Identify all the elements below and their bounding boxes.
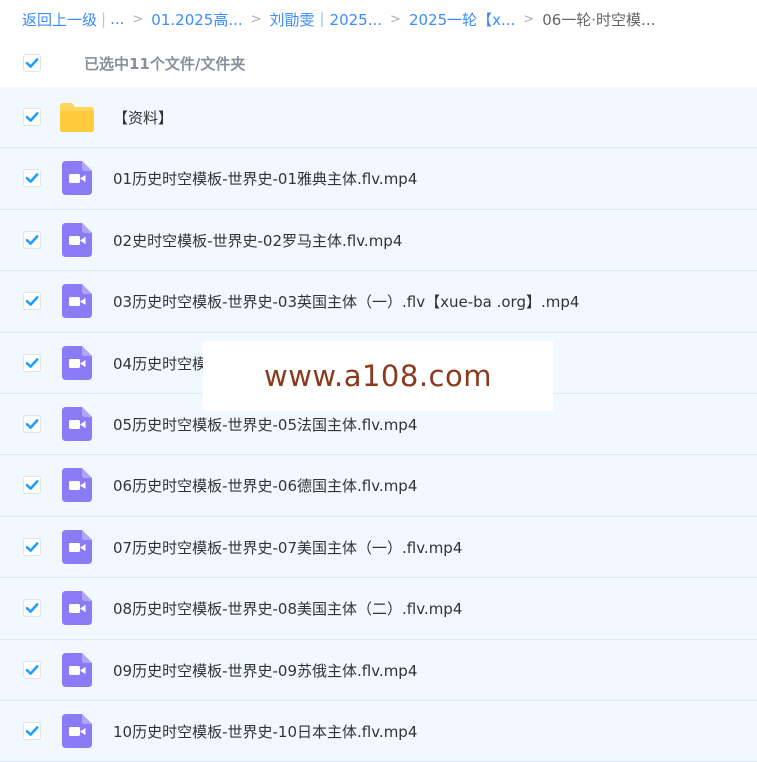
checkmark-icon: [25, 419, 39, 429]
breadcrumb-item[interactable]: 2025一轮【x...: [409, 9, 515, 30]
file-row[interactable]: 08历史时空模板-世界史-08美国主体（二）.flv.mp4: [0, 578, 757, 640]
file-name[interactable]: 10历史时空模板-世界史-10日本主体.flv.mp4: [113, 721, 417, 742]
file-name[interactable]: 09历史时空模板-世界史-09苏俄主体.flv.mp4: [113, 660, 417, 681]
video-file-icon[interactable]: [62, 284, 94, 319]
select-all-checkbox[interactable]: [23, 54, 41, 72]
file-name[interactable]: 08历史时空模板-世界史-08美国主体（二）.flv.mp4: [113, 598, 462, 619]
video-file-icon[interactable]: [62, 468, 94, 503]
file-row[interactable]: 07历史时空模板-世界史-07美国主体（一）.flv.mp4: [0, 516, 757, 579]
video-file-icon[interactable]: [62, 652, 94, 687]
video-file-icon[interactable]: [62, 713, 94, 748]
video-file-icon[interactable]: [62, 345, 94, 380]
file-row[interactable]: 01历史时空模板-世界史-01雅典主体.flv.mp4: [0, 148, 757, 210]
checkmark-icon: [25, 173, 39, 184]
breadcrumb-item[interactable]: 刘勖雯｜2025...: [270, 9, 382, 30]
file-name[interactable]: 06历史时空模板-世界史-06德国主体.flv.mp4: [113, 475, 417, 496]
file-checkbox[interactable]: [23, 476, 41, 495]
checkmark-icon: [25, 58, 39, 68]
video-file-icon[interactable]: [62, 591, 94, 626]
file-checkbox[interactable]: [23, 230, 41, 249]
selection-count: 已选中11个文件/文件夹: [84, 55, 246, 73]
back-link[interactable]: 返回上一级: [22, 9, 97, 30]
breadcrumb-divider: |: [101, 10, 107, 28]
file-checkbox[interactable]: [23, 169, 41, 188]
chevron-right-icon: >: [390, 11, 401, 27]
checkmark-icon: [25, 234, 39, 245]
checkmark-icon: [25, 664, 39, 675]
file-checkbox[interactable]: [23, 721, 41, 740]
file-row[interactable]: 02史时空模板-世界史-02罗马主体.flv.mp4: [0, 209, 757, 272]
breadcrumb-ellipsis[interactable]: ...: [110, 10, 124, 28]
file-name[interactable]: 01历史时空模板-世界史-01雅典主体.flv.mp4: [113, 168, 417, 189]
video-file-icon[interactable]: [62, 222, 94, 257]
file-row[interactable]: 06历史时空模板-世界史-06德国主体.flv.mp4: [0, 455, 757, 517]
file-checkbox[interactable]: [23, 414, 41, 433]
file-list: 【资料】 01历史时空模板-世界史-01雅典主体.flv.mp4 02史时空模板-世…: [0, 87, 757, 762]
file-name[interactable]: 05历史时空模板-世界史-05法国主体.flv.mp4: [113, 414, 417, 435]
chevron-right-icon: >: [250, 11, 262, 27]
breadcrumb-current: 06一轮·时空模...: [542, 10, 656, 29]
checkmark-icon: [25, 296, 39, 307]
file-name[interactable]: 07历史时空模板-世界史-07美国主体（一）.flv.mp4: [113, 537, 462, 558]
file-name[interactable]: 【资料】: [113, 107, 173, 128]
chevron-right-icon: >: [523, 11, 535, 27]
checkmark-icon: [25, 480, 39, 491]
file-row[interactable]: 【资料】: [0, 87, 757, 149]
checkmark-icon: [25, 726, 39, 736]
file-checkbox[interactable]: [23, 660, 41, 679]
breadcrumb: 返回上一级 | ... > 01.2025高... > 刘勖雯｜2025... …: [0, 0, 757, 38]
file-checkbox[interactable]: [23, 353, 41, 372]
chevron-right-icon: >: [132, 11, 144, 27]
file-name[interactable]: 03历史时空模板-世界史-03英国主体（一）.flv【xue-ba .org】.…: [113, 291, 579, 312]
file-name[interactable]: 02史时空模板-世界史-02罗马主体.flv.mp4: [113, 230, 402, 251]
video-file-icon[interactable]: [62, 406, 94, 441]
checkmark-icon: [25, 357, 39, 368]
folder-icon[interactable]: [59, 101, 94, 133]
watermark-text: www.a108.com: [264, 359, 492, 393]
selection-bar: 已选中11个文件/文件夹: [0, 38, 757, 87]
watermark: www.a108.com: [203, 341, 553, 411]
video-file-icon[interactable]: [62, 161, 94, 196]
checkmark-icon: [25, 603, 39, 614]
file-checkbox[interactable]: [23, 292, 41, 311]
file-checkbox[interactable]: [23, 537, 41, 556]
file-row[interactable]: 03历史时空模板-世界史-03英国主体（一）.flv【xue-ba .org】.…: [0, 271, 757, 333]
file-checkbox[interactable]: [23, 108, 41, 126]
breadcrumb-item[interactable]: 01.2025高...: [151, 9, 242, 30]
checkmark-icon: [25, 541, 39, 552]
video-file-icon[interactable]: [62, 529, 94, 564]
file-checkbox[interactable]: [23, 599, 41, 618]
file-row[interactable]: 09历史时空模板-世界史-09苏俄主体.flv.mp4: [0, 639, 757, 701]
checkmark-icon: [25, 112, 39, 122]
